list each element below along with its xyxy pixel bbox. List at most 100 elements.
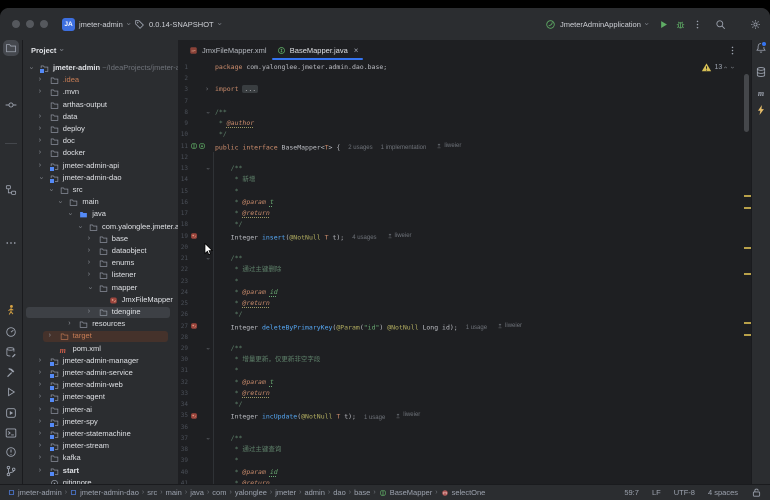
tree-item-jmeter-agent[interactable]: ›jmeter-agent <box>23 391 178 403</box>
line-number[interactable]: 15 <box>178 186 188 197</box>
code-line-15[interactable]: 15 * <box>178 186 746 197</box>
line-number[interactable]: 24 <box>178 287 188 298</box>
chevron-right-icon[interactable]: › <box>39 355 41 367</box>
tree-item-jmeter-admin-api[interactable]: ›jmeter-admin-api <box>23 160 178 172</box>
tree-item-start[interactable]: ›start <box>23 465 178 477</box>
line-number[interactable]: 10 <box>178 129 188 140</box>
line-number[interactable]: 36 <box>178 422 188 433</box>
chevron-down-icon[interactable]: › <box>83 287 95 289</box>
code-line-39[interactable]: 39 * <box>178 455 746 466</box>
chevron-right-icon[interactable]: › <box>39 428 41 440</box>
line-number[interactable]: 29 <box>178 343 188 354</box>
code-author-hint[interactable]: liweier <box>436 141 461 152</box>
line-number[interactable]: 38 <box>178 444 188 455</box>
tree-item-jmeter-admin-dao[interactable]: ›jmeter-admin-dao <box>23 172 178 184</box>
code-line-11[interactable]: 11public interface BaseMapper<T> {2 usag… <box>178 141 746 152</box>
code-line-20[interactable]: 20 <box>178 242 746 253</box>
line-number[interactable]: 1 <box>178 62 188 73</box>
line-number[interactable]: 19 <box>178 231 188 242</box>
tab-BaseMapper.java[interactable]: BaseMapper.java× <box>270 40 366 60</box>
line-number[interactable]: 14 <box>178 174 188 185</box>
line-number[interactable]: 18 <box>178 219 188 230</box>
mybatis-statement-gutter-icon[interactable] <box>190 232 198 240</box>
code-line-14[interactable]: 14 * 新增 <box>178 174 746 185</box>
code-line-17[interactable]: 17 * @return <box>178 208 746 219</box>
chevron-right-icon[interactable]: › <box>39 135 41 147</box>
code-line-16[interactable]: 16 * @param t <box>178 197 746 208</box>
git-tool-button[interactable] <box>3 463 19 479</box>
line-separator[interactable]: LF <box>652 488 661 497</box>
tree-item-jmeter-ai[interactable]: ›jmeter-ai <box>23 404 178 416</box>
usage-hint[interactable]: 1 usage <box>364 415 385 421</box>
more-run-actions-button[interactable] <box>689 16 705 32</box>
tree-item-mapper[interactable]: ›mapper <box>23 282 178 294</box>
line-number[interactable]: 22 <box>178 264 188 275</box>
chevron-right-icon[interactable]: › <box>39 74 41 86</box>
line-number[interactable]: 31 <box>178 365 188 376</box>
interface-gutter-icon[interactable] <box>190 142 198 150</box>
tree-item-resources[interactable]: ›resources <box>23 318 178 330</box>
tab-JmxFileMapper.xml[interactable]: JmxFileMapper.xml <box>182 40 274 60</box>
code-line-3[interactable]: 3›import ... <box>178 84 746 95</box>
code-line-8[interactable]: 8›/** <box>178 107 746 118</box>
code-line-21[interactable]: 21› /** <box>178 253 746 264</box>
lock-icon[interactable] <box>751 487 762 498</box>
code-line-30[interactable]: 30 * 增量更新，仅更新非空字段 <box>178 354 746 365</box>
chevron-right-icon[interactable]: › <box>39 123 41 135</box>
code-line-35[interactable]: 35 Integer incUpdate(@NotNull T t);1 usa… <box>178 410 746 421</box>
tree-item-jmeter-admin[interactable]: ›jmeter-admin ~/IdeaProjects/jmeter-ad <box>23 62 178 74</box>
chevron-down-icon[interactable]: › <box>24 67 36 69</box>
usage-hint[interactable]: 1 usage <box>466 325 487 331</box>
chevron-right-icon[interactable]: › <box>88 257 90 269</box>
tree-item-JmxFileMapper[interactable]: JmxFileMapper <box>23 294 178 306</box>
tree-item-jmeter-spy[interactable]: ›jmeter-spy <box>23 416 178 428</box>
tree-item-doc[interactable]: ›doc <box>23 135 178 147</box>
mybatis-statement-gutter-icon[interactable] <box>190 322 198 330</box>
code-line-29[interactable]: 29› /** <box>178 343 746 354</box>
warning-stripe-mark[interactable] <box>744 273 751 275</box>
code-line-26[interactable]: 26 */ <box>178 309 746 320</box>
run-configuration-widget[interactable]: JmeterAdminApplication › <box>545 14 648 34</box>
chevron-right-icon[interactable]: › <box>39 379 41 391</box>
code-line-7[interactable]: 7 <box>178 96 746 107</box>
chevron-right-icon[interactable]: › <box>39 160 41 172</box>
line-number[interactable]: 12 <box>178 152 188 163</box>
code-line-10[interactable]: 10 */ <box>178 129 746 140</box>
fold-collapse-icon[interactable]: › <box>201 110 212 114</box>
code-line-19[interactable]: 19 Integer insert(@NotNull T t);4 usages… <box>178 231 746 242</box>
run-tool-button[interactable] <box>3 384 19 400</box>
warning-stripe-mark[interactable] <box>744 334 751 336</box>
structure-tool-button[interactable] <box>3 182 19 198</box>
code-line-38[interactable]: 38 * 通过主键查询 <box>178 444 746 455</box>
line-number[interactable]: 25 <box>178 298 188 309</box>
breadcrumb-jmeter-admin-dao[interactable]: jmeter-admin-dao <box>70 488 139 497</box>
chevron-down-icon[interactable]: › <box>73 226 85 228</box>
services-tool-button[interactable] <box>3 405 19 421</box>
code-line-1[interactable]: 1package com.yalonglee.jmeter.admin.dao.… <box>178 62 746 73</box>
tree-item-src[interactable]: ›src <box>23 184 178 196</box>
line-number[interactable]: 17 <box>178 208 188 219</box>
notifications-button[interactable] <box>753 40 769 56</box>
line-number[interactable]: 21 <box>178 253 188 264</box>
terminal-tool-button[interactable] <box>3 425 19 441</box>
line-number[interactable]: 27 <box>178 321 188 332</box>
fold-collapse-icon[interactable]: › <box>201 167 212 171</box>
chevron-right-icon[interactable]: › <box>68 318 70 330</box>
problems-tool-button[interactable] <box>3 444 19 460</box>
breadcrumb-selectOne[interactable]: selectOne <box>441 488 486 497</box>
tree-item-listener[interactable]: ›listener <box>23 269 178 281</box>
chevron-right-icon[interactable]: › <box>39 86 41 98</box>
tree-item-jmeter-admin-web[interactable]: ›jmeter-admin-web <box>23 379 178 391</box>
inspections-widget[interactable]: 13 › › <box>698 61 736 73</box>
tree-item-target[interactable]: ›target <box>23 330 178 342</box>
tree-item-jmeter-admin-service[interactable]: ›jmeter-admin-service <box>23 367 178 379</box>
breadcrumb-BaseMapper[interactable]: BaseMapper <box>379 488 433 497</box>
file-encoding[interactable]: UTF-8 <box>674 488 695 497</box>
coding-rules-tool-button[interactable] <box>3 302 19 318</box>
chevron-down-icon[interactable]: › <box>53 201 65 203</box>
chevron-right-icon[interactable]: › <box>39 391 41 403</box>
line-number[interactable]: 34 <box>178 399 188 410</box>
breadcrumb-dao[interactable]: dao <box>333 488 346 497</box>
code-line-32[interactable]: 32 * @param t <box>178 377 746 388</box>
code-author-hint[interactable]: liweier <box>497 321 522 332</box>
